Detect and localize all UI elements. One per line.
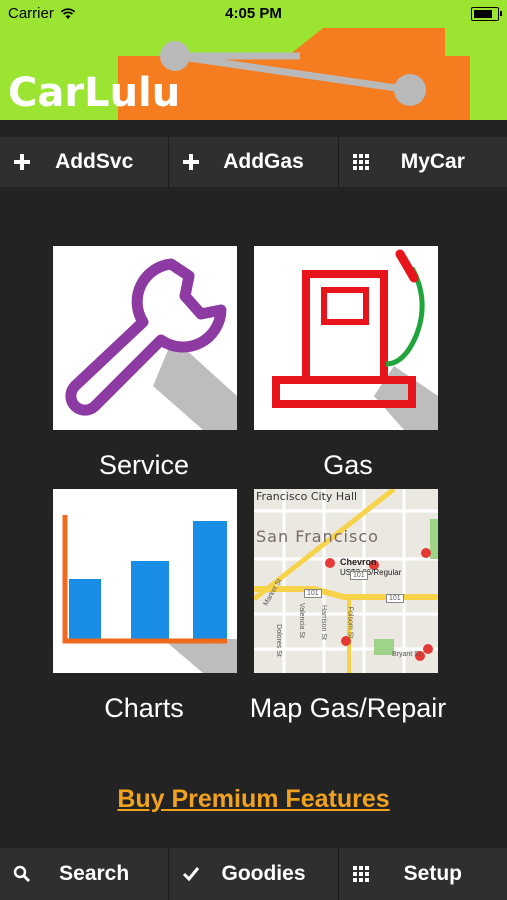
plus-icon: [12, 152, 32, 172]
map-highway-label: 101: [304, 589, 322, 598]
gas-pump-icon: [272, 249, 438, 430]
grid-icon: [351, 864, 371, 884]
grid-icon: [351, 152, 371, 172]
wrench-icon: [65, 258, 237, 430]
search-icon: [12, 864, 32, 884]
map-street-label: Folsom St: [346, 606, 354, 639]
search-button[interactable]: Search: [0, 848, 170, 900]
map-street-label: Valencia St: [297, 603, 305, 638]
app-logo-title: CarLulu: [8, 70, 181, 116]
map-highway-label: 101: [386, 594, 404, 603]
map-area-label: Francisco City Hall: [256, 490, 358, 503]
gas-tile[interactable]: [254, 246, 438, 430]
charts-tile[interactable]: [53, 489, 237, 673]
clock: 4:05 PM: [225, 5, 282, 22]
status-bar: Carrier 4:05 PM: [0, 0, 507, 28]
plus-icon: [181, 152, 201, 172]
map-street-label: Dolores St: [274, 624, 282, 657]
goodies-button[interactable]: Goodies: [169, 848, 339, 900]
add-gas-button[interactable]: AddGas: [169, 137, 339, 187]
map-street-label: Harrison St: [320, 604, 328, 641]
map-street-label: Bryant St: [392, 651, 421, 658]
bar-chart-icon: [62, 515, 237, 673]
service-tile[interactable]: [53, 246, 237, 430]
bottom-toolbar: Search Goodies Setup: [0, 848, 507, 900]
map-station-name: Chevron: [340, 557, 377, 567]
map-label: Map Gas/Repair: [249, 693, 447, 723]
checkmark-icon: [181, 864, 201, 884]
map-tile[interactable]: Francisco City Hall San Francisco Chevro…: [254, 489, 438, 673]
my-car-button[interactable]: MyCar: [339, 137, 507, 187]
add-service-button[interactable]: AddSvc: [0, 137, 170, 187]
setup-button[interactable]: Setup: [339, 848, 507, 900]
top-toolbar: AddSvc AddGas MyCar: [0, 137, 507, 187]
app-header: CarLulu: [0, 28, 507, 120]
map-highway-label: 101: [350, 571, 368, 580]
buy-premium-link[interactable]: Buy Premium Features: [0, 785, 507, 814]
gas-label: Gas: [323, 450, 373, 480]
battery-icon: [471, 7, 502, 21]
map-city-label: San Francisco: [256, 527, 379, 546]
